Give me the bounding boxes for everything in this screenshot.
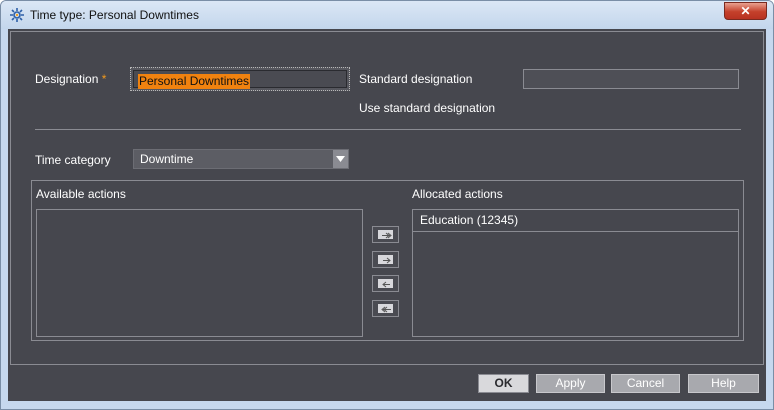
close-icon: ✕ xyxy=(740,4,751,18)
dialog-body: Designation * Personal Downtimes Standar… xyxy=(8,29,766,401)
help-button[interactable]: Help xyxy=(688,374,759,393)
close-button[interactable]: ✕ xyxy=(724,2,767,20)
designation-value: Personal Downtimes xyxy=(138,74,251,89)
list-item[interactable]: Education (12345) xyxy=(413,210,738,232)
available-actions-list[interactable] xyxy=(36,209,363,337)
standard-designation-label: Standard designation xyxy=(359,72,473,86)
designation-input[interactable]: Personal Downtimes xyxy=(130,67,350,91)
move-all-right-button[interactable] xyxy=(372,226,399,243)
time-category-select[interactable]: Downtime xyxy=(133,149,349,169)
ok-button[interactable]: OK xyxy=(478,374,529,393)
move-all-right-icon xyxy=(382,232,392,239)
allocated-actions-label: Allocated actions xyxy=(412,187,503,201)
dropdown-button[interactable] xyxy=(333,150,348,168)
available-actions-label: Available actions xyxy=(36,187,126,201)
designation-label: Designation * xyxy=(35,72,107,86)
time-category-value: Downtime xyxy=(140,152,194,166)
window-title: Time type: Personal Downtimes xyxy=(30,8,199,22)
time-category-label: Time category xyxy=(35,153,111,167)
standard-designation-input[interactable] xyxy=(523,69,739,89)
move-all-left-button[interactable] xyxy=(372,300,399,317)
title-bar[interactable]: Time type: Personal Downtimes ✕ xyxy=(1,1,773,29)
allocated-actions-list[interactable]: Education (12345) xyxy=(412,209,739,337)
list-item-label: Education (12345) xyxy=(420,213,519,227)
move-right-button[interactable] xyxy=(372,251,399,268)
dialog-window: Time type: Personal Downtimes ✕ Designat… xyxy=(0,0,774,410)
chevron-down-icon xyxy=(336,156,345,162)
move-left-icon xyxy=(382,281,390,288)
cancel-button[interactable]: Cancel xyxy=(611,374,680,393)
separator xyxy=(35,129,741,130)
required-marker: * xyxy=(101,72,107,86)
move-right-icon xyxy=(383,257,391,264)
move-all-left-icon xyxy=(381,306,391,313)
gear-icon xyxy=(10,8,24,22)
move-left-button[interactable] xyxy=(372,275,399,292)
use-standard-designation-link[interactable]: Use standard designation xyxy=(359,101,495,115)
apply-button[interactable]: Apply xyxy=(536,374,605,393)
